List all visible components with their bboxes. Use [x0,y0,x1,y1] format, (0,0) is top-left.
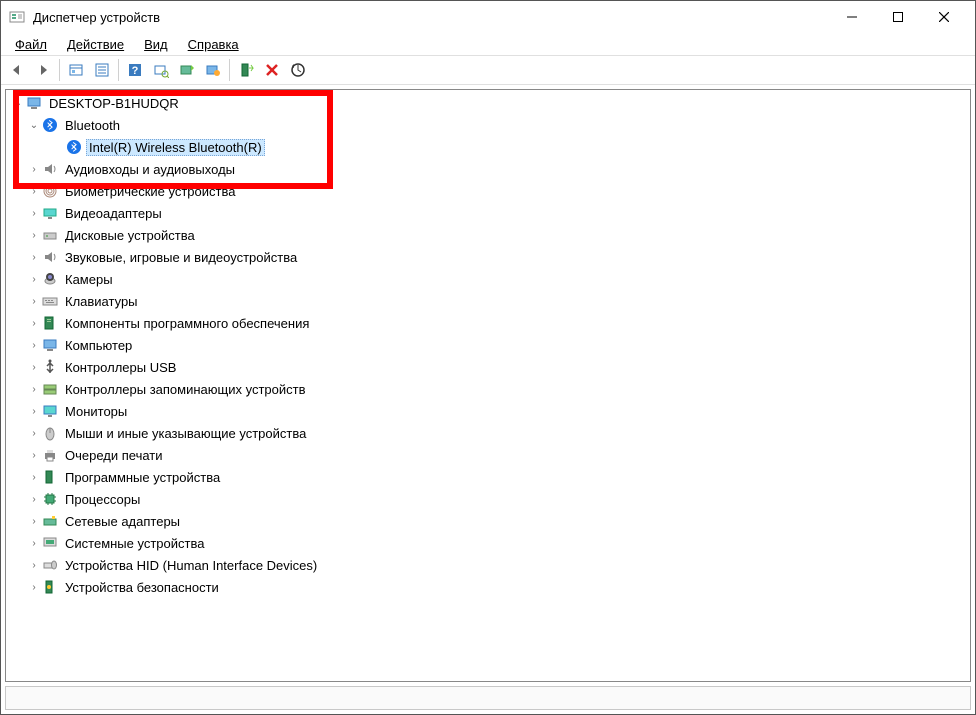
tree-item[interactable]: › Видеоадаптеры [10,202,970,224]
chevron-right-icon[interactable]: › [26,450,42,461]
chevron-right-icon[interactable]: › [26,296,42,307]
tree-root[interactable]: ⌄ DESKTOP-B1HUDQR [10,92,970,114]
bluetooth-icon [42,117,58,133]
tree-item[interactable]: › Устройства безопасности [10,576,970,598]
svg-text:?: ? [132,65,139,77]
chevron-right-icon[interactable]: › [26,186,42,197]
maximize-button[interactable] [875,2,921,32]
tree-root-label: DESKTOP-B1HUDQR [46,95,182,112]
disk-icon [42,227,58,243]
menu-action[interactable]: Действие [57,35,134,54]
tree-bluetooth[interactable]: ⌄ Bluetooth [10,114,970,136]
show-hidden-button[interactable] [64,58,88,82]
printer-icon [42,447,58,463]
tree-item[interactable]: › Сетевые адаптеры [10,510,970,532]
chevron-down-icon[interactable]: ⌄ [10,98,26,109]
chevron-right-icon[interactable]: › [26,494,42,505]
tree-item[interactable]: › Аудиовходы и аудиовыходы [10,158,970,180]
chevron-right-icon[interactable]: › [26,230,42,241]
app-icon [9,9,25,25]
chevron-right-icon[interactable]: › [26,252,42,263]
tree-item[interactable]: › Устройства HID (Human Interface Device… [10,554,970,576]
chevron-right-icon[interactable]: › [26,208,42,219]
chevron-right-icon[interactable]: › [26,362,42,373]
computer-icon [42,337,58,353]
network-adapter-icon [42,513,58,529]
scan-hardware-button[interactable] [149,58,173,82]
computer-icon [26,95,42,111]
tree-item[interactable]: › Контроллеры USB [10,356,970,378]
keyboard-icon [42,293,58,309]
enable-device-button[interactable] [175,58,199,82]
hid-icon [42,557,58,573]
close-button[interactable] [921,2,967,32]
mouse-icon [42,425,58,441]
tree-item[interactable]: › Дисковые устройства [10,224,970,246]
chevron-right-icon[interactable]: › [26,582,42,593]
tree-item[interactable]: › Биометрические устройства [10,180,970,202]
disable-device-button[interactable] [201,58,225,82]
tree-item[interactable]: › Мониторы [10,400,970,422]
chevron-right-icon[interactable]: › [26,428,42,439]
menu-view[interactable]: Вид [134,35,178,54]
chevron-right-icon[interactable]: › [26,340,42,351]
update-driver-button[interactable] [286,58,310,82]
tree-item[interactable]: › Программные устройства [10,466,970,488]
titlebar: Диспетчер устройств [1,1,975,33]
speaker-icon [42,249,58,265]
chevron-right-icon[interactable]: › [26,384,42,395]
cpu-icon [42,491,58,507]
tree-item[interactable]: › Компьютер [10,334,970,356]
chevron-right-icon[interactable]: › [26,274,42,285]
tree-item[interactable]: › Процессоры [10,488,970,510]
security-device-icon [42,579,58,595]
chevron-right-icon[interactable]: › [26,318,42,329]
help-button[interactable]: ? [123,58,147,82]
tree-item[interactable]: › Клавиатуры [10,290,970,312]
add-legacy-button[interactable] [234,58,258,82]
fingerprint-icon [42,183,58,199]
forward-button[interactable] [31,58,55,82]
chevron-down-icon[interactable]: ⌄ [26,120,42,131]
chevron-right-icon[interactable]: › [26,406,42,417]
display-adapter-icon [42,205,58,221]
speaker-icon [42,161,58,177]
tree-item[interactable]: › Очереди печати [10,444,970,466]
back-button[interactable] [5,58,29,82]
device-tree-panel: ⌄ DESKTOP-B1HUDQR ⌄ Bluetooth · Intel(R)… [5,89,971,682]
chevron-right-icon[interactable]: › [26,560,42,571]
tree-bluetooth-device[interactable]: · Intel(R) Wireless Bluetooth(R) [10,136,970,158]
monitor-icon [42,403,58,419]
system-device-icon [42,535,58,551]
chevron-right-icon[interactable]: › [26,538,42,549]
tree-item[interactable]: › Контроллеры запоминающих устройств [10,378,970,400]
menu-help[interactable]: Справка [178,35,249,54]
camera-icon [42,271,58,287]
usb-icon [42,359,58,375]
tree-item[interactable]: › Системные устройства [10,532,970,554]
menu-file[interactable]: Файл [5,35,57,54]
tree-bluetooth-label: Bluetooth [62,117,123,134]
minimize-button[interactable] [829,2,875,32]
tree-item[interactable]: › Мыши и иные указывающие устройства [10,422,970,444]
toolbar: ? [1,55,975,85]
uninstall-button[interactable] [260,58,284,82]
window-title: Диспетчер устройств [33,10,829,25]
tree-item[interactable]: › Камеры [10,268,970,290]
chevron-right-icon[interactable]: › [26,164,42,175]
properties-button[interactable] [90,58,114,82]
software-component-icon [42,315,58,331]
software-device-icon [42,469,58,485]
bluetooth-icon [66,139,82,155]
chevron-right-icon[interactable]: › [26,516,42,527]
storage-controller-icon [42,381,58,397]
menubar: Файл Действие Вид Справка [1,33,975,55]
chevron-right-icon[interactable]: › [26,472,42,483]
tree-bluetooth-device-label: Intel(R) Wireless Bluetooth(R) [86,139,265,156]
tree-item[interactable]: › Компоненты программного обеспечения [10,312,970,334]
tree-item[interactable]: › Звуковые, игровые и видеоустройства [10,246,970,268]
statusbar [5,686,971,710]
